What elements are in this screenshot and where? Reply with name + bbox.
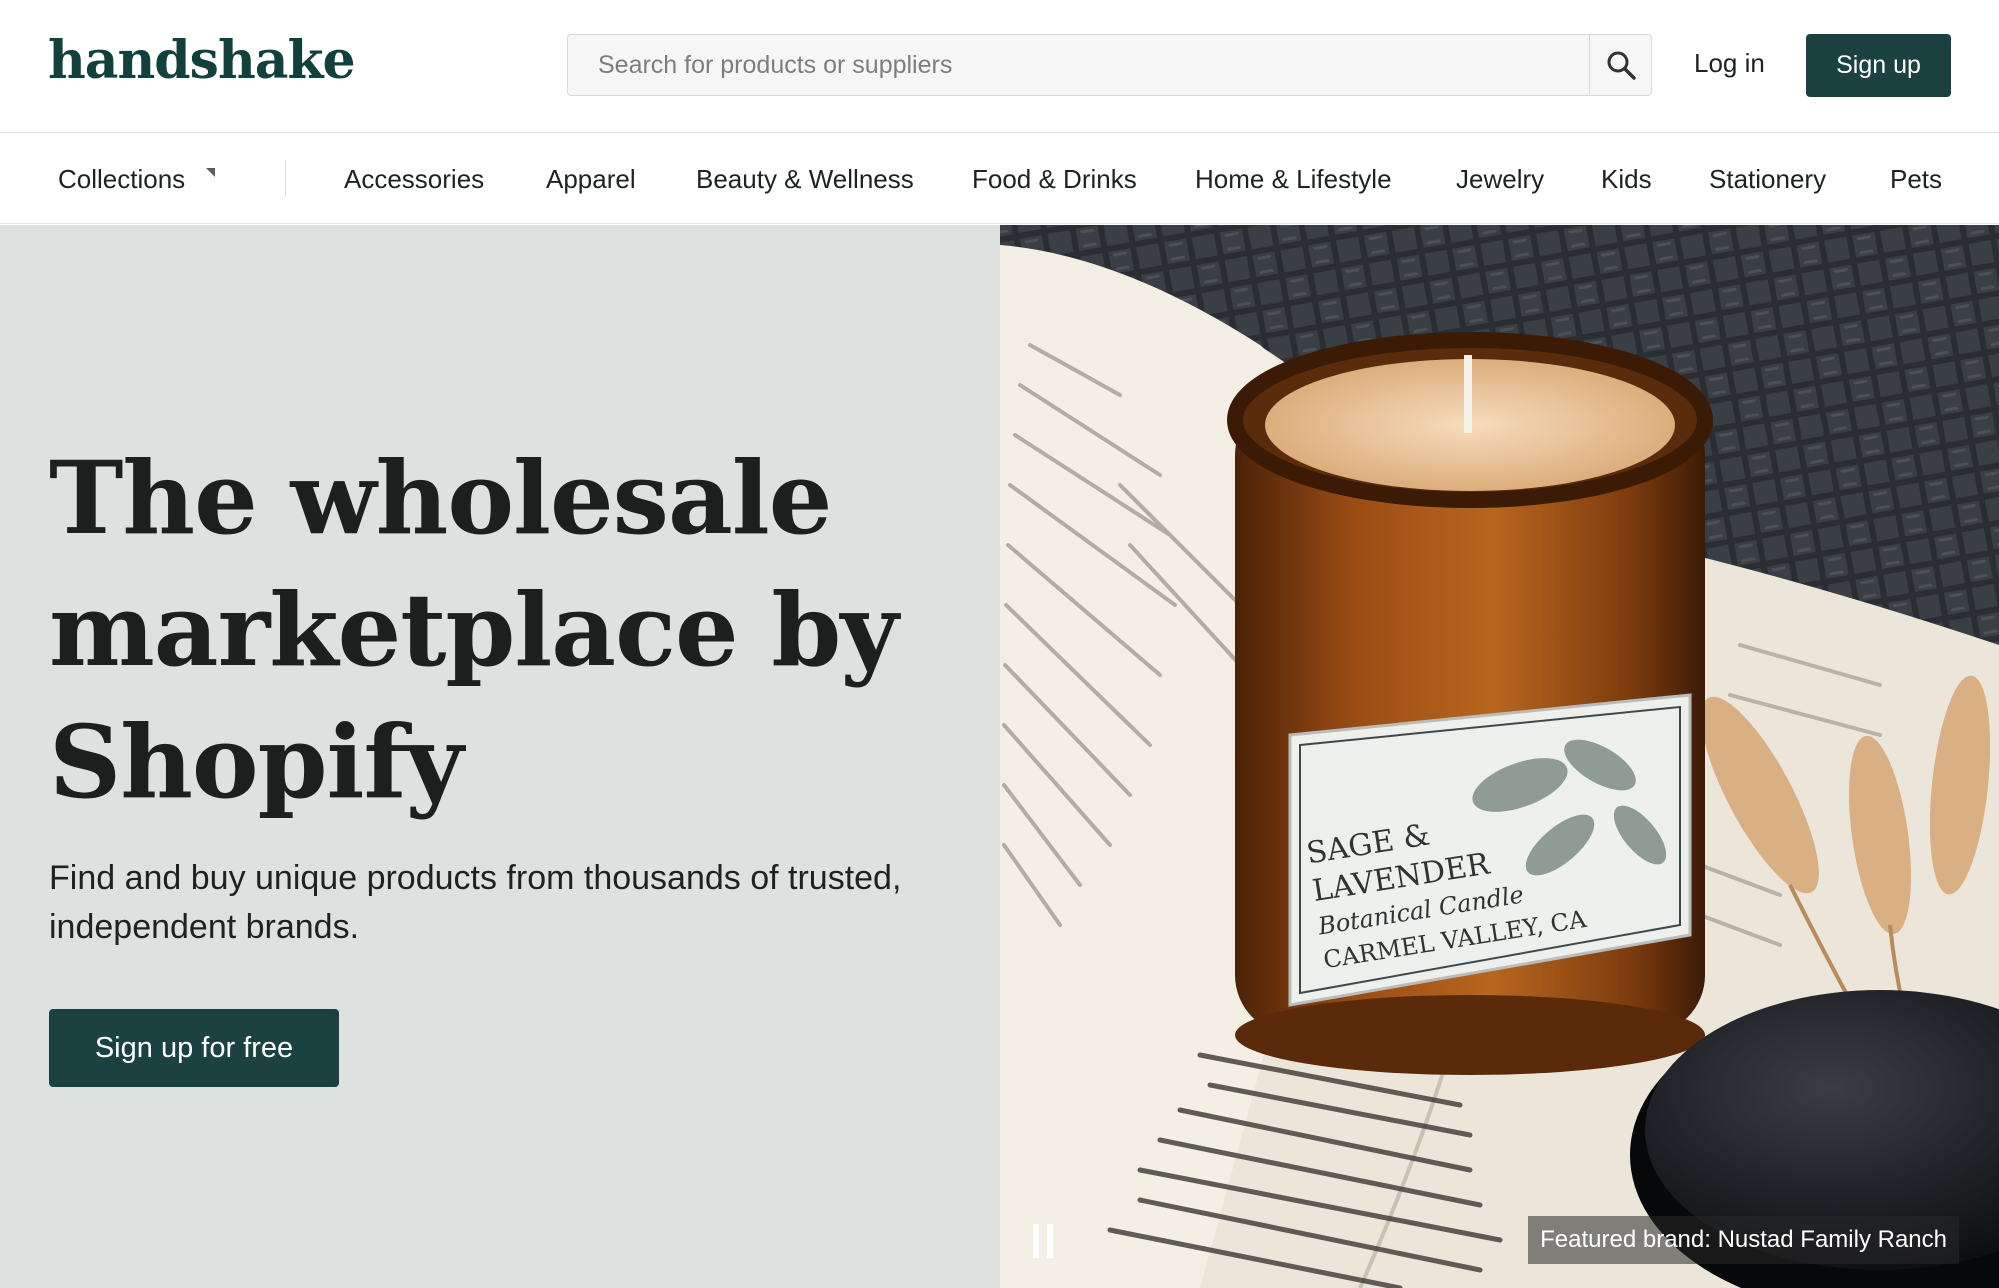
dropdown-caret-icon	[206, 168, 215, 177]
candle-product-photo: SAGE & LAVENDER Botanical Candle CARMEL …	[1000, 225, 1999, 1288]
signup-free-button[interactable]: Sign up for free	[49, 1009, 339, 1087]
category-nav: Collections Accessories Apparel Beauty &…	[0, 134, 1999, 224]
nav-item-apparel[interactable]: Apparel	[546, 164, 636, 195]
hero-title: The wholesale marketplace by Shopify	[49, 439, 898, 821]
nav-item-home-lifestyle[interactable]: Home & Lifestyle	[1195, 164, 1392, 195]
featured-brand-caption: Featured brand: Nustad Family Ranch	[1528, 1216, 1959, 1264]
nav-item-accessories[interactable]: Accessories	[344, 164, 484, 195]
handshake-logo[interactable]: handshake	[48, 30, 356, 91]
site-header: handshake Log in Sign up	[0, 0, 1999, 133]
search-icon	[1607, 51, 1636, 80]
search-button[interactable]	[1589, 35, 1651, 95]
nav-item-beauty-wellness[interactable]: Beauty & Wellness	[696, 164, 914, 195]
nav-divider	[285, 160, 286, 196]
signup-button[interactable]: Sign up	[1806, 34, 1951, 97]
pause-slideshow-button[interactable]	[1033, 1224, 1057, 1258]
hero-text-panel: The wholesale marketplace by Shopify Fin…	[0, 225, 1000, 1288]
nav-item-kids[interactable]: Kids	[1601, 164, 1652, 195]
hero-subtitle: Find and buy unique products from thousa…	[49, 859, 902, 946]
hero-image-panel: SAGE & LAVENDER Botanical Candle CARMEL …	[1000, 225, 1999, 1288]
search-bar	[567, 34, 1652, 96]
collections-dropdown[interactable]: Collections	[58, 164, 185, 195]
search-input[interactable]	[568, 35, 1589, 95]
login-link[interactable]: Log in	[1694, 48, 1765, 79]
nav-item-jewelry[interactable]: Jewelry	[1456, 164, 1544, 195]
nav-item-food-drinks[interactable]: Food & Drinks	[972, 164, 1137, 195]
nav-item-stationery[interactable]: Stationery	[1709, 164, 1826, 195]
nav-item-pets[interactable]: Pets	[1890, 164, 1942, 195]
